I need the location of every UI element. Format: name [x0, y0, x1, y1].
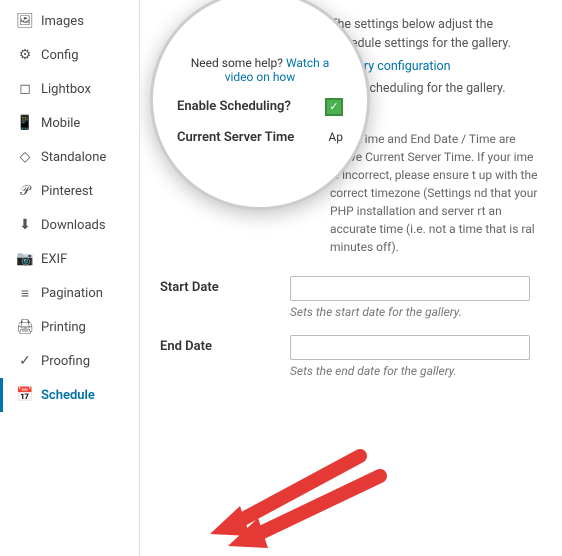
sidebar-item-label: Downloads — [41, 218, 106, 233]
end-date-desc: Sets the end date for the gallery. — [290, 364, 542, 378]
mobile-icon: 📱 — [17, 115, 33, 131]
end-date-field: Sets the end date for the gallery. — [290, 335, 542, 378]
printing-icon: 🖨 — [17, 319, 33, 335]
images-icon: 🖼 — [17, 13, 33, 29]
start-date-desc: Sets the start date for the gallery. — [290, 305, 542, 319]
server-time-value: Ap — [328, 130, 343, 144]
end-date-row: End Date Sets the end date for the galle… — [160, 331, 542, 378]
sidebar-item-label: Mobile — [41, 116, 80, 131]
help-text: Need some help? — [191, 56, 283, 70]
red-arrows-svg — [170, 446, 390, 556]
schedule-icon: 📅 — [17, 387, 33, 403]
top-desc-text: The settings below adjust the Schedule s… — [330, 17, 511, 51]
sidebar-item-mobile[interactable]: 📱 Mobile — [0, 106, 139, 140]
sidebar-item-standalone[interactable]: ◇ Standalone — [0, 140, 139, 174]
proofing-icon: ✓ — [17, 353, 33, 369]
enable-scheduling-row: Enable Scheduling? ✓ — [177, 98, 343, 116]
lightbox-icon: ◻ — [17, 81, 33, 97]
magnifier-overlay: Need some help? Watch a video on how Ena… — [150, 0, 370, 210]
start-date-label: Start Date — [160, 276, 290, 295]
config-icon: ⚙ — [17, 47, 33, 63]
end-date-input[interactable] — [290, 335, 530, 360]
sidebar-item-label: Pagination — [41, 286, 103, 301]
pinterest-icon: 𝒫 — [17, 183, 33, 199]
enable-scheduling-label: Enable Scheduling? — [177, 99, 291, 114]
sidebar-item-label: Schedule — [41, 388, 95, 403]
sidebar-item-label: Pinterest — [41, 184, 93, 199]
time-info-block: ate / Time and End Date / Time are above… — [330, 130, 542, 256]
sidebar-item-label: Lightbox — [41, 82, 91, 97]
standalone-icon: ◇ — [17, 149, 33, 165]
arrows-container — [170, 446, 370, 546]
sidebar-item-config[interactable]: ⚙ Config — [0, 38, 139, 72]
sidebar-item-label: Proofing — [41, 354, 90, 369]
start-date-input[interactable] — [290, 276, 530, 301]
downloads-icon: ⬇ — [17, 217, 33, 233]
sidebar-item-printing[interactable]: 🖨 Printing — [0, 310, 139, 344]
sidebar-item-lightbox[interactable]: ◻ Lightbox — [0, 72, 139, 106]
start-date-row: Start Date Sets the start date for the g… — [160, 272, 542, 319]
sidebar-item-exif[interactable]: 📷 EXIF — [0, 242, 139, 276]
form-area: Start Date Sets the start date for the g… — [160, 272, 542, 378]
exif-icon: 📷 — [17, 251, 33, 267]
sidebar: 🖼 Images ⚙ Config ◻ Lightbox 📱 Mobile ◇ … — [0, 0, 140, 556]
help-text-line: Need some help? Watch a video on how — [177, 56, 343, 84]
end-date-label: End Date — [160, 335, 290, 354]
main-content: Need some help? Watch a video on how Ena… — [140, 0, 562, 556]
sidebar-item-pinterest[interactable]: 𝒫 Pinterest — [0, 174, 139, 208]
pagination-icon: ≡ — [17, 285, 33, 301]
top-description: The settings below adjust the Schedule s… — [330, 16, 542, 54]
sidebar-item-downloads[interactable]: ⬇ Downloads — [0, 208, 139, 242]
sidebar-item-label: Standalone — [41, 150, 106, 165]
sidebar-item-label: EXIF — [41, 252, 67, 267]
sidebar-item-pagination[interactable]: ≡ Pagination — [0, 276, 139, 310]
sidebar-item-label: Printing — [41, 320, 86, 335]
sidebar-item-label: Config — [41, 48, 79, 63]
server-time-label: Current Server Time — [177, 130, 294, 145]
sidebar-item-proofing[interactable]: ✓ Proofing — [0, 344, 139, 378]
start-date-field: Sets the start date for the gallery. — [290, 276, 542, 319]
sidebar-item-schedule[interactable]: 📅 Schedule — [0, 378, 139, 412]
sidebar-item-label: Images — [41, 14, 84, 29]
enable-scheduling-checkbox[interactable]: ✓ — [325, 98, 343, 116]
server-time-row: Current Server Time Ap — [177, 130, 343, 145]
sidebar-item-images[interactable]: 🖼 Images — [0, 4, 139, 38]
